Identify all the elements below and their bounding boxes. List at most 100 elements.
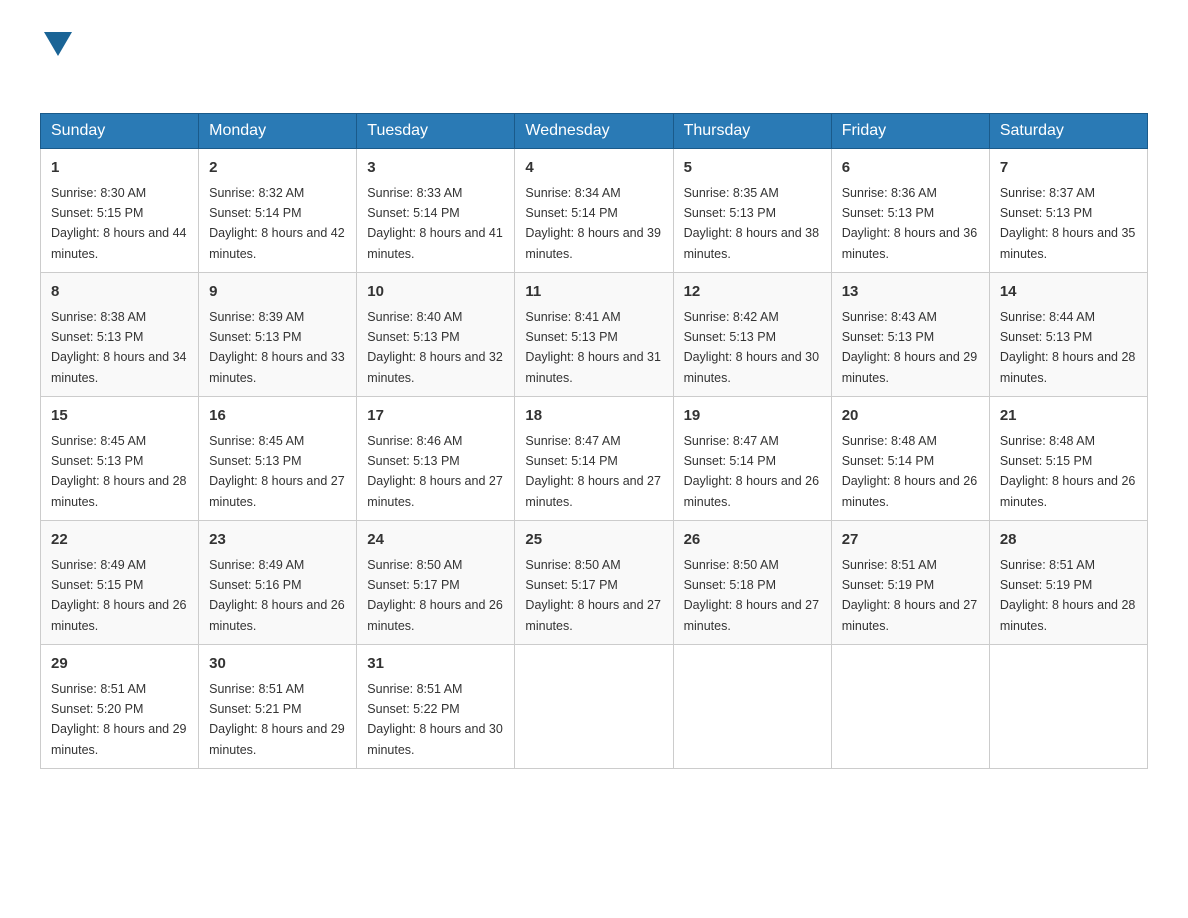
calendar-cell: 21 Sunrise: 8:48 AMSunset: 5:15 PMDayligh… bbox=[989, 397, 1147, 521]
day-info: Sunrise: 8:50 AMSunset: 5:18 PMDaylight:… bbox=[684, 558, 820, 633]
day-info: Sunrise: 8:48 AMSunset: 5:14 PMDaylight:… bbox=[842, 434, 978, 509]
calendar-cell: 13 Sunrise: 8:43 AMSunset: 5:13 PMDayligh… bbox=[831, 273, 989, 397]
calendar-table: SundayMondayTuesdayWednesdayThursdayFrid… bbox=[40, 113, 1148, 769]
calendar-cell: 8Sunrise: 8:38 AMSunset: 5:13 PMDaylight… bbox=[41, 273, 199, 397]
day-number: 19 bbox=[684, 405, 821, 428]
calendar-cell: 27 Sunrise: 8:51 AMSunset: 5:19 PMDayligh… bbox=[831, 521, 989, 645]
day-info: Sunrise: 8:39 AMSunset: 5:13 PMDaylight:… bbox=[209, 310, 345, 385]
calendar-cell: 11 Sunrise: 8:41 AMSunset: 5:13 PMDayligh… bbox=[515, 273, 673, 397]
day-number: 3 bbox=[367, 157, 504, 180]
day-info: Sunrise: 8:30 AMSunset: 5:15 PMDaylight:… bbox=[51, 186, 187, 261]
day-info: Sunrise: 8:32 AMSunset: 5:14 PMDaylight:… bbox=[209, 186, 345, 261]
day-info: Sunrise: 8:36 AMSunset: 5:13 PMDaylight:… bbox=[842, 186, 978, 261]
day-info: Sunrise: 8:37 AMSunset: 5:13 PMDaylight:… bbox=[1000, 186, 1136, 261]
day-number: 11 bbox=[525, 281, 662, 304]
day-number: 5 bbox=[684, 157, 821, 180]
day-number: 20 bbox=[842, 405, 979, 428]
calendar-cell: 16Sunrise: 8:45 AMSunset: 5:13 PMDayligh… bbox=[199, 397, 357, 521]
day-info: Sunrise: 8:48 AMSunset: 5:15 PMDaylight:… bbox=[1000, 434, 1136, 509]
day-info: Sunrise: 8:50 AMSunset: 5:17 PMDaylight:… bbox=[367, 558, 503, 633]
day-number: 8 bbox=[51, 281, 188, 304]
day-number: 1 bbox=[51, 157, 188, 180]
calendar-week-row: 1 Sunrise: 8:30 AMSunset: 5:15 PMDaylight… bbox=[41, 149, 1148, 273]
calendar-cell: 19 Sunrise: 8:47 AMSunset: 5:14 PMDayligh… bbox=[673, 397, 831, 521]
calendar-cell: 26 Sunrise: 8:50 AMSunset: 5:18 PMDayligh… bbox=[673, 521, 831, 645]
day-number: 26 bbox=[684, 529, 821, 552]
calendar-header-friday: Friday bbox=[831, 114, 989, 149]
calendar-cell: 12 Sunrise: 8:42 AMSunset: 5:13 PMDayligh… bbox=[673, 273, 831, 397]
day-number: 15 bbox=[51, 405, 188, 428]
logo-arrow-icon bbox=[44, 32, 72, 56]
calendar-cell: 1 Sunrise: 8:30 AMSunset: 5:15 PMDaylight… bbox=[41, 149, 199, 273]
day-number: 28 bbox=[1000, 529, 1137, 552]
day-info: Sunrise: 8:45 AMSunset: 5:13 PMDaylight:… bbox=[51, 434, 187, 509]
calendar-cell: 3Sunrise: 8:33 AMSunset: 5:14 PMDaylight… bbox=[357, 149, 515, 273]
day-info: Sunrise: 8:50 AMSunset: 5:17 PMDaylight:… bbox=[525, 558, 661, 633]
day-info: Sunrise: 8:43 AMSunset: 5:13 PMDaylight:… bbox=[842, 310, 978, 385]
day-info: Sunrise: 8:40 AMSunset: 5:13 PMDaylight:… bbox=[367, 310, 503, 385]
calendar-header-row: SundayMondayTuesdayWednesdayThursdayFrid… bbox=[41, 114, 1148, 149]
calendar-header-tuesday: Tuesday bbox=[357, 114, 515, 149]
day-number: 9 bbox=[209, 281, 346, 304]
day-info: Sunrise: 8:34 AMSunset: 5:14 PMDaylight:… bbox=[525, 186, 661, 261]
day-number: 2 bbox=[209, 157, 346, 180]
day-number: 27 bbox=[842, 529, 979, 552]
calendar-week-row: 29 Sunrise: 8:51 AMSunset: 5:20 PMDayligh… bbox=[41, 645, 1148, 769]
day-number: 10 bbox=[367, 281, 504, 304]
day-number: 24 bbox=[367, 529, 504, 552]
day-number: 21 bbox=[1000, 405, 1137, 428]
calendar-cell: 7 Sunrise: 8:37 AMSunset: 5:13 PMDaylight… bbox=[989, 149, 1147, 273]
day-number: 12 bbox=[684, 281, 821, 304]
day-number: 18 bbox=[525, 405, 662, 428]
calendar-week-row: 8Sunrise: 8:38 AMSunset: 5:13 PMDaylight… bbox=[41, 273, 1148, 397]
calendar-cell: 5 Sunrise: 8:35 AMSunset: 5:13 PMDaylight… bbox=[673, 149, 831, 273]
calendar-cell: 4 Sunrise: 8:34 AMSunset: 5:14 PMDaylight… bbox=[515, 149, 673, 273]
calendar-cell: 23 Sunrise: 8:49 AMSunset: 5:16 PMDayligh… bbox=[199, 521, 357, 645]
day-number: 7 bbox=[1000, 157, 1137, 180]
calendar-cell: 30Sunrise: 8:51 AMSunset: 5:21 PMDayligh… bbox=[199, 645, 357, 769]
calendar-header-thursday: Thursday bbox=[673, 114, 831, 149]
calendar-cell: 20 Sunrise: 8:48 AMSunset: 5:14 PMDayligh… bbox=[831, 397, 989, 521]
day-number: 25 bbox=[525, 529, 662, 552]
calendar-cell: 9 Sunrise: 8:39 AMSunset: 5:13 PMDaylight… bbox=[199, 273, 357, 397]
day-number: 23 bbox=[209, 529, 346, 552]
calendar-cell bbox=[989, 645, 1147, 769]
day-number: 17 bbox=[367, 405, 504, 428]
calendar-cell: 17 Sunrise: 8:46 AMSunset: 5:13 PMDayligh… bbox=[357, 397, 515, 521]
day-info: Sunrise: 8:41 AMSunset: 5:13 PMDaylight:… bbox=[525, 310, 661, 385]
calendar-cell bbox=[673, 645, 831, 769]
logo bbox=[40, 30, 72, 93]
calendar-header-wednesday: Wednesday bbox=[515, 114, 673, 149]
calendar-cell: 2 Sunrise: 8:32 AMSunset: 5:14 PMDaylight… bbox=[199, 149, 357, 273]
calendar-cell: 15 Sunrise: 8:45 AMSunset: 5:13 PMDayligh… bbox=[41, 397, 199, 521]
day-info: Sunrise: 8:47 AMSunset: 5:14 PMDaylight:… bbox=[525, 434, 661, 509]
calendar-header-sunday: Sunday bbox=[41, 114, 199, 149]
day-info: Sunrise: 8:35 AMSunset: 5:13 PMDaylight:… bbox=[684, 186, 820, 261]
calendar-cell: 14Sunrise: 8:44 AMSunset: 5:13 PMDayligh… bbox=[989, 273, 1147, 397]
day-info: Sunrise: 8:44 AMSunset: 5:13 PMDaylight:… bbox=[1000, 310, 1136, 385]
day-info: Sunrise: 8:51 AMSunset: 5:20 PMDaylight:… bbox=[51, 682, 187, 757]
day-info: Sunrise: 8:47 AMSunset: 5:14 PMDaylight:… bbox=[684, 434, 820, 509]
page-header bbox=[40, 30, 1148, 93]
day-info: Sunrise: 8:49 AMSunset: 5:16 PMDaylight:… bbox=[209, 558, 345, 633]
day-number: 13 bbox=[842, 281, 979, 304]
day-info: Sunrise: 8:51 AMSunset: 5:19 PMDaylight:… bbox=[1000, 558, 1136, 633]
day-info: Sunrise: 8:46 AMSunset: 5:13 PMDaylight:… bbox=[367, 434, 503, 509]
calendar-cell: 29 Sunrise: 8:51 AMSunset: 5:20 PMDayligh… bbox=[41, 645, 199, 769]
calendar-cell: 22 Sunrise: 8:49 AMSunset: 5:15 PMDayligh… bbox=[41, 521, 199, 645]
day-number: 4 bbox=[525, 157, 662, 180]
calendar-cell bbox=[831, 645, 989, 769]
day-info: Sunrise: 8:51 AMSunset: 5:19 PMDaylight:… bbox=[842, 558, 978, 633]
calendar-header-saturday: Saturday bbox=[989, 114, 1147, 149]
day-number: 22 bbox=[51, 529, 188, 552]
day-info: Sunrise: 8:49 AMSunset: 5:15 PMDaylight:… bbox=[51, 558, 187, 633]
calendar-week-row: 22 Sunrise: 8:49 AMSunset: 5:15 PMDayligh… bbox=[41, 521, 1148, 645]
calendar-cell: 25 Sunrise: 8:50 AMSunset: 5:17 PMDayligh… bbox=[515, 521, 673, 645]
calendar-week-row: 15 Sunrise: 8:45 AMSunset: 5:13 PMDayligh… bbox=[41, 397, 1148, 521]
day-number: 6 bbox=[842, 157, 979, 180]
day-number: 29 bbox=[51, 653, 188, 676]
day-number: 16 bbox=[209, 405, 346, 428]
calendar-cell: 28 Sunrise: 8:51 AMSunset: 5:19 PMDayligh… bbox=[989, 521, 1147, 645]
calendar-cell: 18 Sunrise: 8:47 AMSunset: 5:14 PMDayligh… bbox=[515, 397, 673, 521]
day-info: Sunrise: 8:42 AMSunset: 5:13 PMDaylight:… bbox=[684, 310, 820, 385]
